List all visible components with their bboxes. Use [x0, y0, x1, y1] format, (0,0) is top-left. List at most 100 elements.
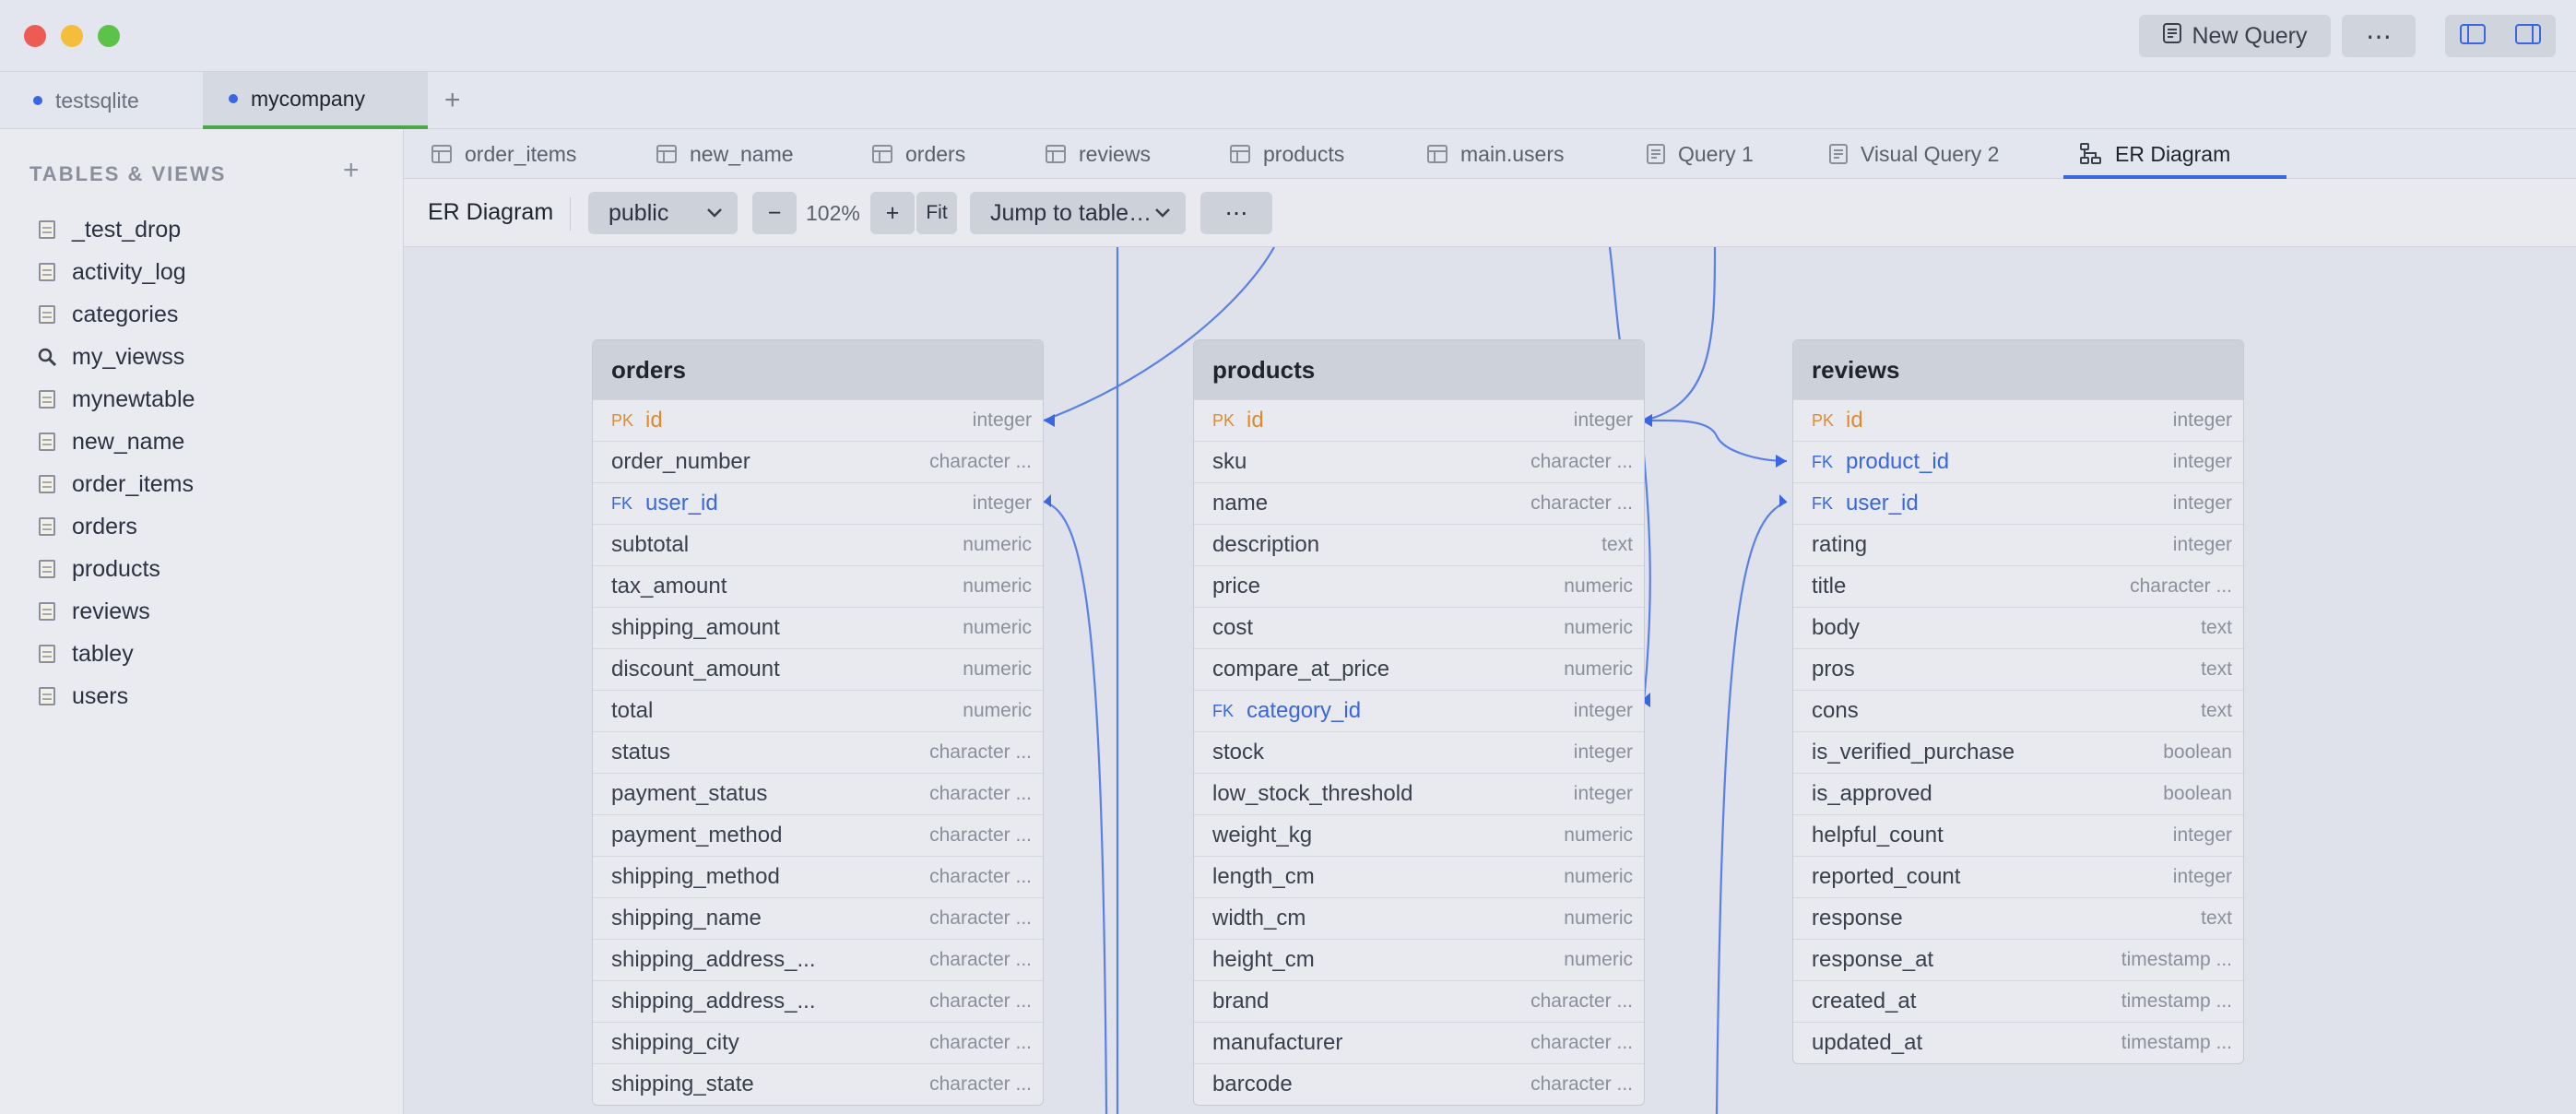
column-row[interactable]: stock integer: [1194, 731, 1644, 773]
column-row[interactable]: shipping_address_... character ...: [593, 939, 1043, 980]
zoom-out-button[interactable]: −: [752, 192, 797, 234]
entity-orders[interactable]: orders PK id integer order_number character…: [592, 339, 1044, 1106]
tab-products[interactable]: products: [1230, 129, 1344, 179]
column-row[interactable]: order_number character ...: [593, 441, 1043, 482]
column-row[interactable]: subtotal numeric: [593, 524, 1043, 565]
schema-select[interactable]: public: [588, 192, 738, 234]
sidebar-item-tabley[interactable]: tabley: [37, 633, 195, 675]
window-close-button[interactable]: [24, 25, 46, 47]
column-row[interactable]: shipping_state character ...: [593, 1063, 1043, 1105]
sidebar-item-users[interactable]: users: [37, 675, 195, 717]
tab-er-diagram[interactable]: ER Diagram: [2080, 129, 2230, 179]
column-type: character ...: [929, 783, 1032, 804]
column-row[interactable]: name character ...: [1194, 482, 1644, 524]
column-row[interactable]: is_approved boolean: [1793, 773, 2243, 814]
sidebar-item-products[interactable]: products: [37, 548, 195, 590]
add-table-button[interactable]: +: [343, 155, 360, 186]
column-row[interactable]: FK user_id integer: [593, 482, 1043, 524]
sidebar-item-activity-log[interactable]: activity_log: [37, 251, 195, 293]
column-row[interactable]: status character ...: [593, 731, 1043, 773]
tab-main-users[interactable]: main.users: [1427, 129, 1564, 179]
more-options-button[interactable]: ⋯: [2342, 15, 2416, 57]
toggle-left-sidebar-button[interactable]: [2445, 15, 2500, 57]
column-row[interactable]: rating integer: [1793, 524, 2243, 565]
column-row[interactable]: body text: [1793, 607, 2243, 648]
column-type: boolean: [2163, 741, 2232, 763]
tab-new-name[interactable]: new_name: [656, 129, 794, 179]
column-row[interactable]: response_at timestamp ...: [1793, 939, 2243, 980]
er-canvas[interactable]: orders PK id integer order_number character…: [404, 247, 2576, 1114]
tab-orders[interactable]: orders: [872, 129, 965, 179]
column-row[interactable]: cost numeric: [1194, 607, 1644, 648]
column-row[interactable]: FK category_id integer: [1194, 690, 1644, 731]
column-row[interactable]: shipping_address_... character ...: [593, 980, 1043, 1022]
sidebar-item-categories[interactable]: categories: [37, 293, 195, 336]
sidebar-item-new-name[interactable]: new_name: [37, 421, 195, 463]
column-row[interactable]: height_cm numeric: [1194, 939, 1644, 980]
jump-to-table-select[interactable]: Jump to table…: [970, 192, 1186, 234]
zoom-fit-button[interactable]: Fit: [916, 192, 957, 234]
column-row[interactable]: price numeric: [1194, 565, 1644, 607]
editor-tab-bar: order_items new_name orders reviews prod…: [404, 129, 2576, 179]
tab-visual-query-2[interactable]: Visual Query 2: [1829, 129, 1999, 179]
connection-tab-mycompany[interactable]: mycompany: [203, 72, 428, 129]
connection-tab-label: testsqlite: [55, 88, 139, 113]
sidebar-item-test-drop[interactable]: _test_drop: [37, 208, 195, 251]
zoom-in-button[interactable]: +: [870, 192, 915, 234]
column-row[interactable]: brand character ...: [1194, 980, 1644, 1022]
column-row[interactable]: tax_amount numeric: [593, 565, 1043, 607]
add-connection-button[interactable]: +: [444, 72, 461, 129]
toggle-right-sidebar-button[interactable]: [2500, 15, 2556, 57]
column-row[interactable]: compare_at_price numeric: [1194, 648, 1644, 690]
column-row[interactable]: PK id integer: [1194, 399, 1644, 441]
sidebar-item-my-viewss[interactable]: my_viewss: [37, 336, 195, 378]
entity-reviews[interactable]: reviews PK id integer FK product_id integer …: [1792, 339, 2244, 1064]
tab-order-items[interactable]: order_items: [431, 129, 576, 179]
column-row[interactable]: low_stock_threshold integer: [1194, 773, 1644, 814]
column-row[interactable]: discount_amount numeric: [593, 648, 1043, 690]
table-icon: [37, 559, 57, 579]
column-row[interactable]: FK user_id integer: [1793, 482, 2243, 524]
connection-tab-testsqlite[interactable]: testsqlite: [33, 72, 139, 129]
window-minimize-button[interactable]: [61, 25, 83, 47]
column-row[interactable]: length_cm numeric: [1194, 856, 1644, 897]
column-row[interactable]: shipping_name character ...: [593, 897, 1043, 939]
column-row[interactable]: payment_method character ...: [593, 814, 1043, 856]
column-type: integer: [2172, 824, 2232, 846]
column-row[interactable]: shipping_method character ...: [593, 856, 1043, 897]
tab-query-1[interactable]: Query 1: [1647, 129, 1754, 179]
column-row[interactable]: shipping_city character ...: [593, 1022, 1043, 1063]
column-row[interactable]: weight_kg numeric: [1194, 814, 1644, 856]
column-row[interactable]: shipping_amount numeric: [593, 607, 1043, 648]
column-row[interactable]: title character ...: [1793, 565, 2243, 607]
column-row[interactable]: description text: [1194, 524, 1644, 565]
column-row[interactable]: is_verified_purchase boolean: [1793, 731, 2243, 773]
column-row[interactable]: reported_count integer: [1793, 856, 2243, 897]
column-row[interactable]: helpful_count integer: [1793, 814, 2243, 856]
sidebar-item-order-items[interactable]: order_items: [37, 463, 195, 505]
diagram-more-button[interactable]: ⋯: [1200, 192, 1272, 234]
column-row[interactable]: manufacturer character ...: [1194, 1022, 1644, 1063]
column-row[interactable]: FK product_id integer: [1793, 441, 2243, 482]
column-row[interactable]: barcode character ...: [1194, 1063, 1644, 1105]
new-query-button[interactable]: New Query: [2139, 15, 2331, 57]
column-row[interactable]: sku character ...: [1194, 441, 1644, 482]
er-diagram-icon: [2080, 143, 2102, 165]
tab-reviews[interactable]: reviews: [1046, 129, 1151, 179]
column-row[interactable]: total numeric: [593, 690, 1043, 731]
column-row[interactable]: PK id integer: [1793, 399, 2243, 441]
column-row[interactable]: cons text: [1793, 690, 2243, 731]
sidebar-item-reviews[interactable]: reviews: [37, 590, 195, 633]
column-row[interactable]: created_at timestamp ...: [1793, 980, 2243, 1022]
column-row[interactable]: width_cm numeric: [1194, 897, 1644, 939]
sidebar-item-orders[interactable]: orders: [37, 505, 195, 548]
sidebar-item-mynewtable[interactable]: mynewtable: [37, 378, 195, 421]
column-row[interactable]: pros text: [1793, 648, 2243, 690]
column-row[interactable]: PK id integer: [593, 399, 1043, 441]
column-row[interactable]: updated_at timestamp ...: [1793, 1022, 2243, 1063]
column-type: character ...: [929, 866, 1032, 887]
column-row[interactable]: response text: [1793, 897, 2243, 939]
column-row[interactable]: payment_status character ...: [593, 773, 1043, 814]
window-maximize-button[interactable]: [98, 25, 120, 47]
entity-products[interactable]: products PK id integer sku character ... na…: [1193, 339, 1645, 1106]
